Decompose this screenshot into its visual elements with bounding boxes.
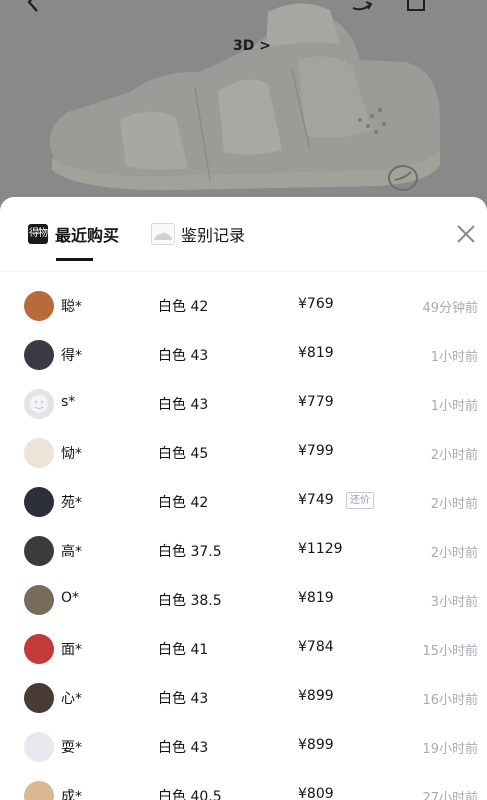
tab-authentication-records[interactable]: 鉴别记录: [151, 219, 245, 249]
size: 白色 38.5: [158, 593, 222, 609]
buyer-name: 面*: [61, 642, 82, 658]
buyer-name: 高*: [61, 544, 82, 560]
avatar: [24, 634, 54, 664]
buyer-name: O*: [61, 590, 80, 606]
chevron-left-icon[interactable]: [22, 0, 46, 14]
price: ¥819: [298, 345, 334, 361]
sneaker-icon: [151, 223, 175, 245]
tab-label: 最近购买: [55, 226, 120, 245]
list-item: 面* 白色 41 ¥784 15小时前: [0, 630, 487, 679]
avatar: [24, 340, 54, 370]
3d-view-button[interactable]: 3D >: [226, 33, 278, 59]
price: ¥899: [298, 688, 334, 704]
avatar: [24, 438, 54, 468]
price: ¥769: [298, 296, 334, 312]
size: 白色 42: [158, 299, 209, 315]
size: 白色 43: [158, 348, 209, 364]
recent-purchases-sheet: 得物 最近购买 鉴别记录 聪* 白色 42 ¥769 49分钟前 得* 白色 4…: [0, 197, 487, 800]
avatar: [24, 585, 54, 615]
list-item: O* 白色 38.5 ¥819 3小时前: [0, 581, 487, 630]
buyer-name: 恸*: [61, 446, 82, 462]
list-item: 恸* 白色 45 ¥799 2小时前: [0, 434, 487, 483]
list-item: 聪* 白色 42 ¥769 49分钟前: [0, 287, 487, 336]
avatar: [24, 732, 54, 762]
purchase-time: 3小时前: [430, 595, 478, 610]
bargain-tag: 还价: [346, 492, 374, 509]
avatar: [24, 389, 54, 419]
avatar: [24, 683, 54, 713]
size: 白色 43: [158, 691, 209, 707]
price: ¥799: [298, 443, 334, 459]
purchase-time: 1小时前: [430, 350, 478, 365]
buyer-name: 得*: [61, 348, 82, 364]
purchase-time: 49分钟前: [422, 301, 478, 316]
list-item: 耍* 白色 43 ¥899 19小时前: [0, 728, 487, 777]
size: 白色 43: [158, 397, 209, 413]
price: ¥819: [298, 590, 334, 606]
avatar: [24, 781, 54, 800]
price: ¥1129: [298, 541, 343, 557]
list-item: 成* 白色 40.5 ¥809 27小时前: [0, 777, 487, 800]
size: 白色 43: [158, 740, 209, 756]
avatar: [24, 487, 54, 517]
purchase-time: 27小时前: [422, 791, 478, 800]
avatar: [24, 536, 54, 566]
share-icon[interactable]: [350, 0, 374, 14]
buyer-name: 心*: [61, 691, 82, 707]
list-item: 苑* 白色 42 ¥749 还价 2小时前: [0, 483, 487, 532]
purchase-time: 16小时前: [422, 693, 478, 708]
active-tab-indicator: [56, 258, 93, 261]
buyer-name: 苑*: [61, 495, 82, 511]
size: 白色 40.5: [158, 789, 222, 800]
cart-icon[interactable]: [404, 0, 428, 14]
size: 白色 42: [158, 495, 209, 511]
tab-label: 鉴别记录: [181, 226, 246, 245]
size: 白色 45: [158, 446, 209, 462]
tab-bar: 得物 最近购买 鉴别记录: [0, 197, 487, 272]
close-icon[interactable]: [455, 223, 477, 245]
buyer-name: 成*: [61, 789, 82, 800]
list-item: 得* 白色 43 ¥819 1小时前: [0, 336, 487, 385]
avatar: [24, 291, 54, 321]
purchase-time: 2小时前: [430, 546, 478, 561]
price: ¥784: [298, 639, 334, 655]
purchase-time: 1小时前: [430, 399, 478, 414]
app-logo-icon: 得物: [28, 224, 48, 244]
price: ¥899: [298, 737, 334, 753]
price: ¥809: [298, 786, 334, 800]
price: ¥749: [298, 492, 334, 508]
list-item: s* 白色 43 ¥779 1小时前: [0, 385, 487, 434]
buyer-name: s*: [61, 394, 76, 410]
purchase-time: 15小时前: [422, 644, 478, 659]
tab-recent-purchases[interactable]: 得物 最近购买: [28, 219, 119, 249]
buyer-name: 耍*: [61, 740, 82, 756]
list-item: 高* 白色 37.5 ¥1129 2小时前: [0, 532, 487, 581]
list-item: 心* 白色 43 ¥899 16小时前: [0, 679, 487, 728]
size: 白色 37.5: [158, 544, 222, 560]
price: ¥779: [298, 394, 334, 410]
sneaker-image: [0, 0, 487, 200]
purchase-time: 2小时前: [430, 448, 478, 463]
purchase-time: 19小时前: [422, 742, 478, 757]
buyer-name: 聪*: [61, 299, 82, 315]
size: 白色 41: [158, 642, 209, 658]
purchase-time: 2小时前: [430, 497, 478, 512]
